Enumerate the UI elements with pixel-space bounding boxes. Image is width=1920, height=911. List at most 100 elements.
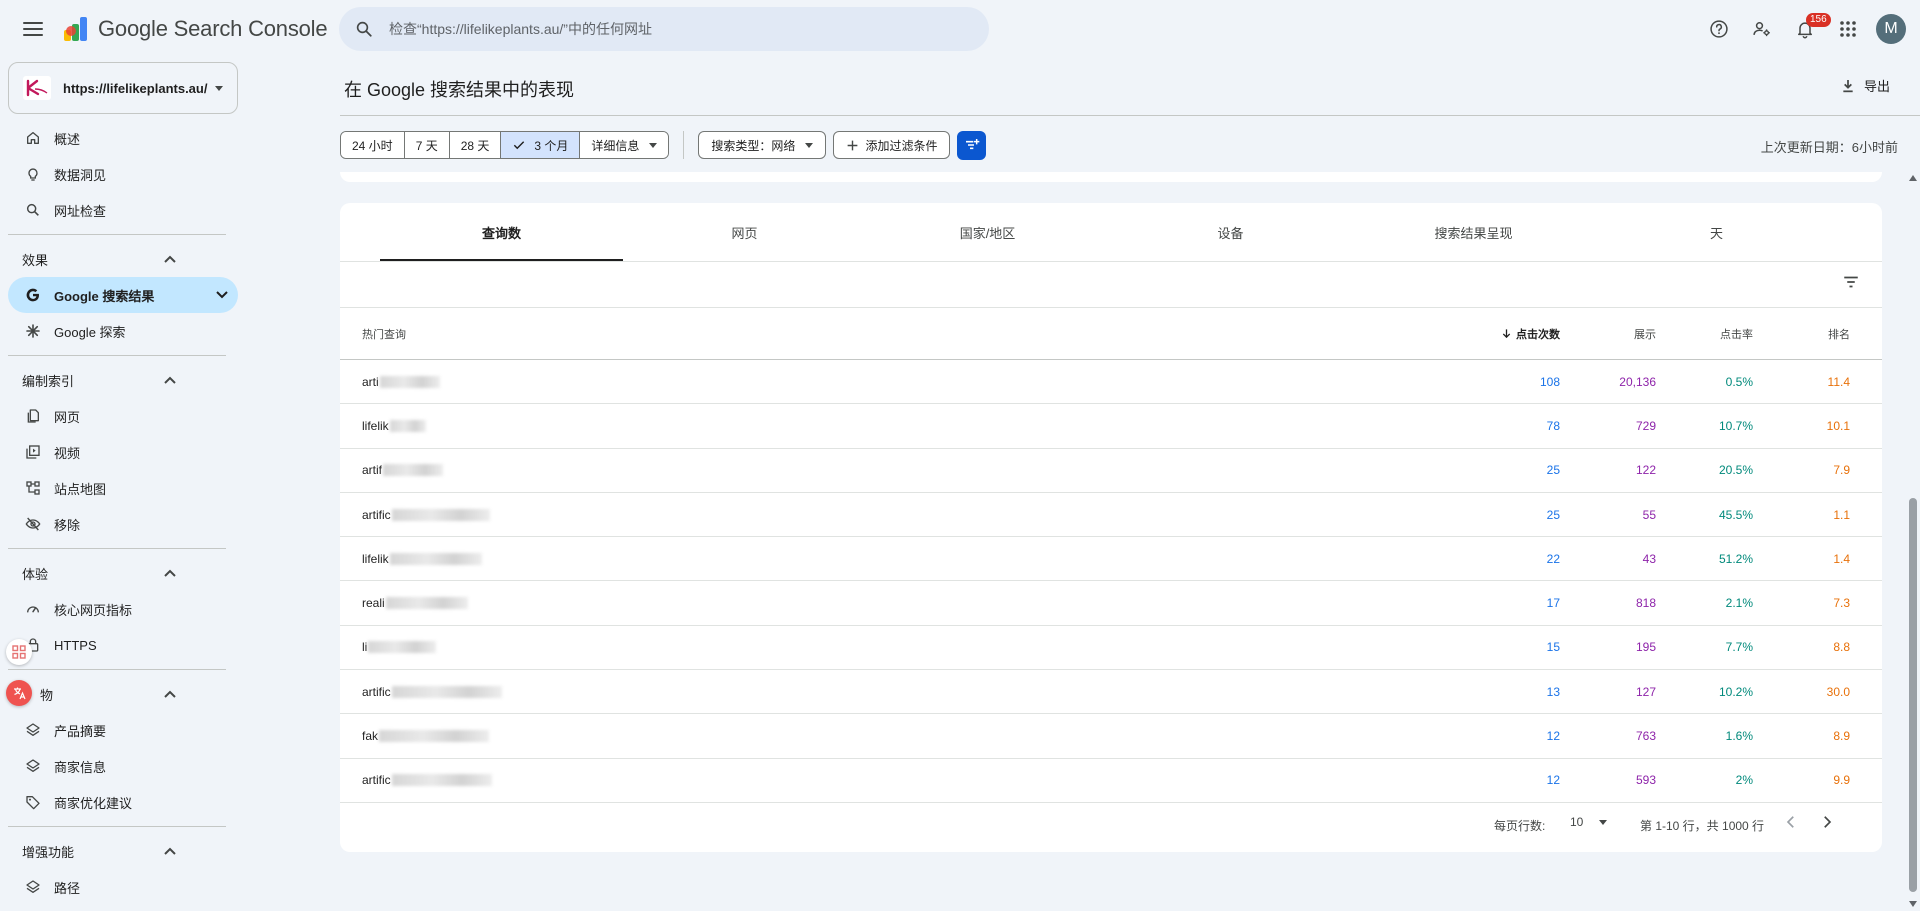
scrollbar-thumb[interactable] — [1909, 498, 1917, 892]
table-row[interactable]: reali 17 818 2.1% 7.3 — [340, 581, 1882, 626]
sidebar-item-pages[interactable]: 网页 — [0, 398, 238, 434]
tab-search-appearance[interactable]: 搜索结果呈现 — [1352, 203, 1595, 261]
date-details-dropdown[interactable]: 详细信息 — [580, 132, 669, 158]
filter-settings-button[interactable] — [957, 130, 987, 160]
sidebar-section-enhancements[interactable]: 增强功能 — [0, 833, 240, 869]
tab-pages[interactable]: 网页 — [623, 203, 866, 261]
query-cell: artif — [362, 463, 444, 477]
table-row[interactable]: lifelik 22 43 51.2% 1.4 — [340, 537, 1882, 582]
clicks-cell: 22 — [1546, 551, 1560, 566]
table-row[interactable]: artific 12 593 2% 9.9 — [340, 759, 1882, 803]
sidebar-section-experience[interactable]: 体验 — [0, 555, 240, 591]
column-header-ctr[interactable]: 点击率 — [1663, 326, 1753, 342]
sidebar-item-https[interactable]: HTTPS — [0, 627, 238, 663]
sidebar-item-videos[interactable]: 视频 — [0, 434, 238, 470]
table-row[interactable]: fak 12 763 1.6% 8.9 — [340, 714, 1882, 759]
sort-down-arrow-icon — [1502, 329, 1511, 339]
next-page-button[interactable] — [1818, 813, 1836, 834]
sidebar-item-google-discover[interactable]: Google 探索 — [0, 313, 238, 349]
sidebar-item-sitemaps[interactable]: 站点地图 — [0, 470, 238, 506]
property-selector[interactable]: https://lifelikeplants.au/ — [8, 62, 238, 114]
sidebar-item-label: 站点地图 — [54, 481, 107, 497]
range-24h-button[interactable]: 24 小时 — [341, 132, 405, 158]
table-row[interactable]: li 15 195 7.7% 8.8 — [340, 626, 1882, 671]
table-row[interactable]: arti 108 20,136 0.5% 11.4 — [340, 360, 1882, 405]
impressions-cell: 763 — [1635, 729, 1656, 744]
header-divider — [340, 115, 1920, 116]
column-header-clicks[interactable]: 点击次数 — [1470, 326, 1560, 342]
search-input[interactable] — [389, 21, 949, 37]
range-28d-button[interactable]: 28 天 — [449, 132, 502, 158]
table-row[interactable]: lifelik 78 729 10.7% 10.1 — [340, 404, 1882, 449]
notifications-icon[interactable]: 156 — [1787, 11, 1831, 47]
sidebar-section-performance[interactable]: 效果 — [0, 241, 240, 277]
clicks-cell: 25 — [1546, 463, 1560, 478]
apps-grid-icon[interactable] — [1830, 11, 1866, 47]
extension-grid-icon[interactable] — [6, 639, 32, 665]
range-7d-button[interactable]: 7 天 — [404, 132, 450, 158]
gauge-icon — [24, 600, 42, 618]
scroll-down-arrow-icon[interactable] — [1909, 901, 1917, 907]
query-text: reali — [362, 596, 385, 611]
sidebar-section-shopping[interactable]: 物 — [0, 676, 240, 712]
section-title: 增强功能 — [22, 844, 75, 860]
sidebar-section-indexing[interactable]: 编制索引 — [0, 362, 240, 398]
column-header-impressions[interactable]: 展示 — [1566, 326, 1656, 342]
tab-days[interactable]: 天 — [1595, 203, 1838, 261]
app-logo[interactable]: Google Search Console — [62, 15, 328, 43]
range-3m-button[interactable]: 3 个月 — [501, 132, 581, 158]
sidebar-item-label: Google 搜索结果 — [54, 288, 155, 304]
add-filter-button[interactable]: 添加过滤条件 — [833, 131, 951, 159]
clicks-cell: 25 — [1546, 507, 1560, 522]
sidebar-item-breadcrumbs[interactable]: 路径 — [0, 869, 238, 905]
sidebar-item-google-search-results[interactable]: Google 搜索结果 — [8, 277, 238, 313]
position-cell: 9.9 — [1833, 773, 1850, 788]
sidebar-item-insights[interactable]: 数据洞见 — [0, 156, 238, 192]
position-cell: 7.9 — [1833, 463, 1850, 478]
chevron-up-icon — [164, 569, 176, 577]
sidebar-item-removals[interactable]: 移除 — [0, 506, 238, 542]
sidebar-item-product-snippets[interactable]: 产品摘要 — [0, 712, 238, 748]
account-avatar[interactable]: M — [1876, 14, 1906, 44]
table-pagination: 每页行数: 10 第 1-10 行，共 1000 行 — [340, 803, 1882, 843]
date-details-label: 详细信息 — [591, 138, 640, 153]
table-row[interactable]: artific 25 55 45.5% 1.1 — [340, 493, 1882, 538]
clicks-cell: 12 — [1546, 729, 1560, 744]
rows-per-page-select[interactable]: 10 — [1570, 815, 1608, 829]
impressions-cell: 195 — [1635, 640, 1656, 655]
sidebar-item-label: 数据洞见 — [54, 167, 107, 183]
tab-devices[interactable]: 设备 — [1109, 203, 1352, 261]
help-icon[interactable] — [1701, 11, 1737, 47]
page-scrollbar[interactable] — [1906, 170, 1920, 911]
google-g-icon — [24, 286, 42, 304]
scroll-up-arrow-icon[interactable] — [1909, 175, 1917, 181]
tab-queries[interactable]: 查询数 — [380, 203, 623, 261]
top-app-bar: Google Search Console 156 M — [0, 0, 1920, 58]
table-row[interactable]: artif 25 122 20.5% 7.9 — [340, 449, 1882, 493]
query-text: fak — [362, 729, 379, 744]
column-header-position[interactable]: 排名 — [1760, 326, 1850, 342]
sidebar-item-core-web-vitals[interactable]: 核心网页指标 — [0, 591, 238, 627]
ctr-cell: 0.5% — [1725, 374, 1753, 389]
search-type-dropdown[interactable]: 搜索类型：网络 — [698, 131, 827, 159]
table-filter-icon[interactable] — [1842, 273, 1860, 296]
previous-page-button[interactable] — [1782, 813, 1800, 834]
sidebar-item-label: 商家信息 — [54, 759, 107, 775]
sidebar-item-url-inspection[interactable]: 网址检查 — [0, 192, 238, 228]
sidebar-item-label: 商家优化建议 — [54, 795, 133, 811]
divider — [8, 234, 226, 235]
table-row[interactable]: artific 13 127 10.2% 30.0 — [340, 670, 1882, 715]
add-filter-label: 添加过滤条件 — [865, 138, 938, 153]
sidebar-item-merchant-listings[interactable]: 商家信息 — [0, 748, 238, 784]
page-range-text: 第 1-10 行，共 1000 行 — [1640, 819, 1765, 833]
sidebar-item-overview[interactable]: 概述 — [0, 120, 238, 156]
tab-countries[interactable]: 国家/地区 — [866, 203, 1109, 261]
query-text: lifelik — [362, 418, 389, 433]
manage-users-icon[interactable] — [1744, 11, 1780, 47]
sidebar-item-merchant-opportunities[interactable]: 商家优化建议 — [0, 784, 238, 820]
export-button[interactable]: 导出 — [1840, 76, 1890, 95]
redacted-text — [391, 508, 490, 521]
url-inspection-search[interactable] — [339, 7, 989, 51]
extension-translate-icon[interactable] — [6, 680, 32, 706]
main-menu-icon[interactable] — [22, 18, 44, 40]
